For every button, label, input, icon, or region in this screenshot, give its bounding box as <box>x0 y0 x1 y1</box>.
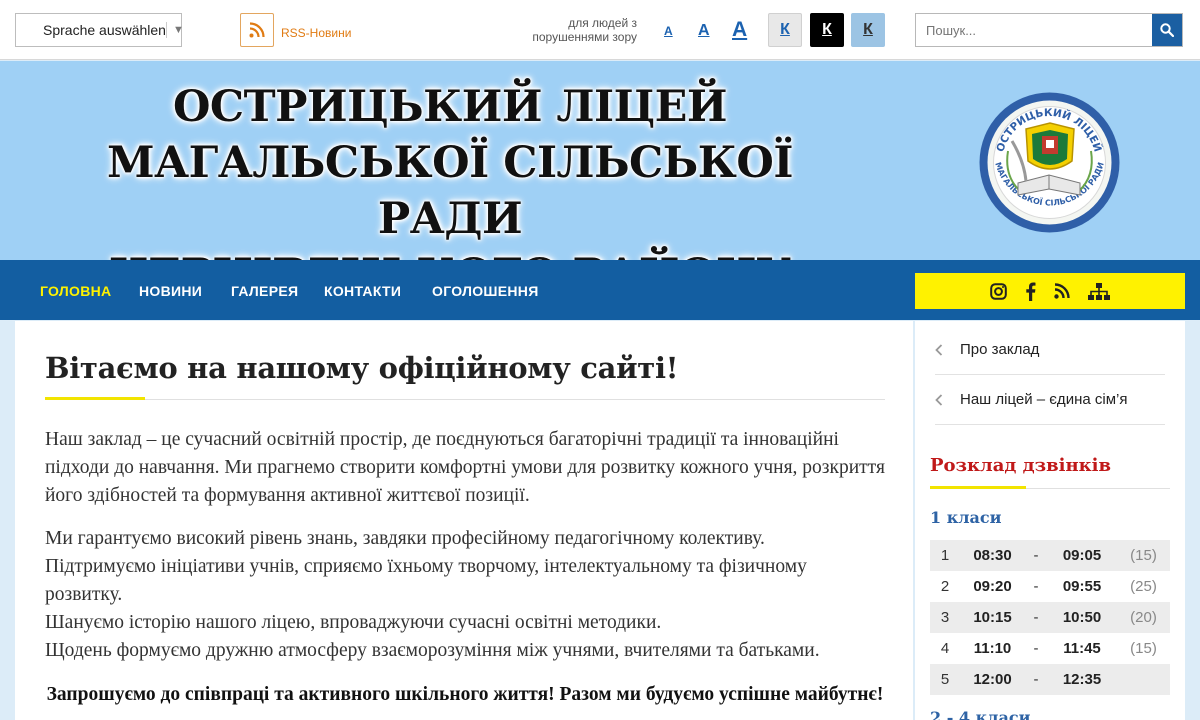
lesson-number: 1 <box>930 540 960 571</box>
invitation-paragraph: Запрошуємо до співпраці та активного шкі… <box>46 684 884 705</box>
page-title: Вітаємо на нашому офіційному сайті! <box>45 351 679 385</box>
search-button[interactable] <box>1152 14 1182 46</box>
time-separator: - <box>1033 640 1039 657</box>
sitemap-icon[interactable] <box>1088 282 1110 300</box>
rss-icon <box>249 22 265 38</box>
main-content: Вітаємо на нашому офіційному сайті! Наш … <box>15 321 913 720</box>
rss-button[interactable] <box>240 13 274 47</box>
bell-schedule-title: Розклад дзвінків <box>930 455 1111 476</box>
break-duration: (15) <box>1117 540 1170 571</box>
nav-item-gallery[interactable]: ГАЛЕРЕЯ <box>231 283 298 299</box>
site-title-line: ОСТРИЦЬКИЙ ЛІЦЕЙ <box>172 82 728 132</box>
lesson-number: 4 <box>940 640 950 657</box>
search-icon <box>1160 23 1174 37</box>
lesson-start: 09:20 <box>973 578 1012 595</box>
values-paragraph: Ми гарантуємо високий рівень знань, завд… <box>45 525 885 665</box>
values-line: Шануємо історію нашого ліцею, впроваджую… <box>45 612 662 633</box>
values-line: Ми гарантуємо високий рівень знань, завд… <box>45 528 765 549</box>
nav-item-contacts[interactable]: КОНТАКТИ <box>324 283 401 299</box>
school-emblem-logo[interactable]: ОСТРИЦЬКИЙ ЛІЦЕЙ МАГАЛЬСЬКОЇ СІЛЬСЬКОЇ Р… <box>978 91 1121 234</box>
time-separator: - <box>1033 578 1039 595</box>
sidebar: Про заклад Наш ліцей – єдина сім’я Розкл… <box>915 321 1185 720</box>
lesson-number: 2 <box>940 578 950 595</box>
lesson-start: 12:00 <box>960 664 1025 695</box>
heading-accent-line <box>45 397 145 400</box>
time-separator: - <box>1025 602 1047 633</box>
language-select-label: Sprache auswählen <box>43 22 166 38</box>
chevron-down-icon: ▼ <box>165 22 190 38</box>
schedule-row: 2 09:20 - 09:55 (25) <box>930 571 1170 602</box>
contrast-dark-button[interactable]: К <box>810 13 844 47</box>
lesson-end: 09:05 <box>1047 540 1117 571</box>
facebook-icon[interactable] <box>1025 282 1036 301</box>
lesson-end: 11:45 <box>1063 640 1101 657</box>
bell-schedule-table: 1 08:30-09:05 (15) 2 09:20-09:55 (25) 3 10:15-1… <box>930 540 1170 695</box>
contrast-normal-button[interactable]: К <box>768 13 802 47</box>
class-group-title: 2 - 4 класи <box>930 708 1031 720</box>
break-duration: (15) <box>1130 640 1157 657</box>
schedule-row: 4 11:10 - 11:45 (15) <box>930 633 1170 664</box>
schedule-row: 5 12:00-12:35 <box>930 664 1170 695</box>
instagram-icon[interactable] <box>990 282 1007 300</box>
rss-icon[interactable] <box>1054 283 1070 299</box>
sidebar-item-label: Наш ліцей – єдина сім’я <box>960 391 1128 408</box>
break-duration: (25) <box>1130 578 1157 595</box>
sidebar-item-label: Про заклад <box>960 341 1040 358</box>
break-duration <box>1117 664 1170 695</box>
lesson-number: 5 <box>930 664 960 695</box>
rss-news-link[interactable]: RSS-Новини <box>281 26 351 40</box>
chevron-left-icon <box>935 393 960 406</box>
site-header: ОСТРИЦЬКИЙ ЛІЦЕЙ МАГАЛЬСЬКОЇ СІЛЬСЬКОЇ Р… <box>0 61 1200 300</box>
schedule-accent-line <box>930 486 1026 489</box>
time-separator: - <box>1025 540 1047 571</box>
intro-paragraph: Наш заклад – це сучасний освітній прості… <box>45 429 885 506</box>
nav-item-announcements[interactable]: ОГОЛОШЕННЯ <box>432 283 539 299</box>
nav-item-news[interactable]: НОВИНИ <box>139 283 202 299</box>
search-form <box>915 13 1183 47</box>
search-input[interactable] <box>916 14 1152 46</box>
break-duration: (20) <box>1117 602 1170 633</box>
lesson-start: 11:10 <box>973 640 1012 657</box>
heading-divider <box>45 399 885 400</box>
lesson-end: 09:55 <box>1062 578 1102 595</box>
font-size-medium-button[interactable]: A <box>698 22 710 40</box>
nav-item-home[interactable]: ГОЛОВНА <box>40 283 111 299</box>
top-bar: Sprache auswählen ▼ RSS-Новини для людей… <box>0 0 1200 60</box>
lesson-start: 08:30 <box>960 540 1025 571</box>
lesson-start: 10:15 <box>960 602 1025 633</box>
chevron-left-icon <box>935 343 960 356</box>
sidebar-item-family[interactable]: Наш ліцей – єдина сім’я <box>935 375 1165 425</box>
font-size-small-button[interactable]: A <box>664 24 673 38</box>
accessibility-label: для людей з порушеннями зору <box>532 16 637 44</box>
language-select[interactable]: Sprache auswählen ▼ <box>15 13 184 47</box>
values-line: Щодень формуємо дружню атмосферу взаємор… <box>45 640 820 661</box>
lesson-number: 3 <box>930 602 960 633</box>
schedule-row: 1 08:30-09:05 (15) <box>930 540 1170 571</box>
values-line: Підтримуємо ініціативи учнів, сприяємо ї… <box>45 556 807 605</box>
schedule-row: 3 10:15-10:50 (20) <box>930 602 1170 633</box>
lesson-end: 12:35 <box>1047 664 1117 695</box>
site-title-line: МАГАЛЬСЬКОЇ СІЛЬСЬКОЇ РАДИ <box>107 138 793 244</box>
social-links <box>915 273 1185 309</box>
class-group-title: 1 класи <box>930 508 1002 527</box>
font-size-large-button[interactable]: A <box>732 18 747 42</box>
contrast-blue-button[interactable]: К <box>851 13 885 47</box>
time-separator: - <box>1025 664 1047 695</box>
lesson-end: 10:50 <box>1047 602 1117 633</box>
sidebar-item-about[interactable]: Про заклад <box>935 325 1165 375</box>
